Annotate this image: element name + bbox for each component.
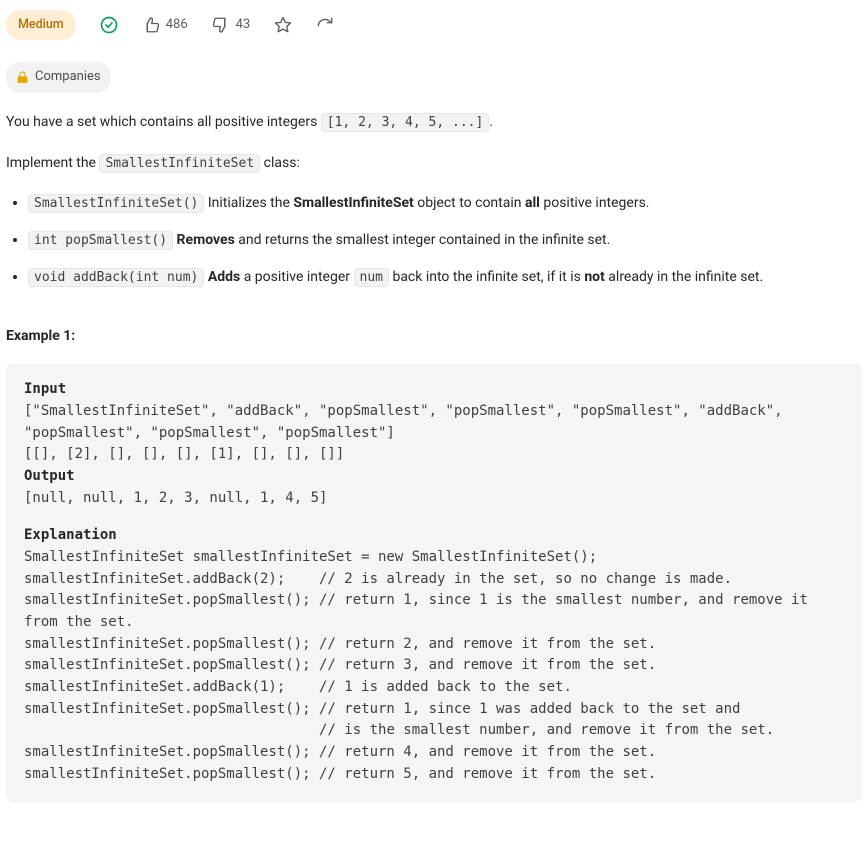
share-icon <box>316 16 334 34</box>
example-section-body: SmallestInfiniteSet smallestInfiniteSet … <box>24 547 844 786</box>
like-button[interactable]: 486 <box>142 15 188 36</box>
intro-paragraph: You have a set which contains all positi… <box>6 111 862 134</box>
lock-icon <box>16 71 29 84</box>
api-text: not <box>584 269 605 285</box>
like-count: 486 <box>166 15 188 36</box>
api-text: Initializes the <box>204 195 293 211</box>
impl-code: SmallestInfiniteSet <box>99 154 260 173</box>
api-text: back into the infinite set, if it is <box>389 269 584 285</box>
difficulty-pill: Medium <box>6 10 76 40</box>
api-signature: SmallestInfiniteSet() <box>28 194 204 213</box>
api-list: SmallestInfiniteSet() Initializes the Sm… <box>6 192 862 288</box>
intro-text-after: . <box>489 114 493 130</box>
example-block: Input["SmallestInfiniteSet", "addBack", … <box>6 363 862 801</box>
api-text: SmallestInfiniteSet <box>293 195 413 211</box>
api-text: and returns the smallest integer contain… <box>235 232 611 248</box>
api-text: all <box>525 195 540 211</box>
check-circle-icon <box>100 16 118 34</box>
api-signature: void addBack(int num) <box>28 268 204 287</box>
problem-description: You have a set which contains all positi… <box>6 111 862 802</box>
thumbs-up-icon <box>142 16 160 34</box>
problem-toolbar: Medium 486 43 <box>6 6 862 52</box>
thumbs-down-icon <box>212 16 230 34</box>
api-signature: int popSmallest() <box>28 231 173 250</box>
api-text: positive integers. <box>540 195 650 211</box>
api-text: Adds <box>208 269 240 285</box>
api-item: void addBack(int num) Adds a positive in… <box>28 266 862 289</box>
share-button[interactable] <box>316 16 334 34</box>
companies-label: Companies <box>35 67 101 88</box>
api-text: a positive integer <box>240 269 353 285</box>
impl-text: Implement the <box>6 155 99 171</box>
example-section-body: ["SmallestInfiniteSet", "addBack", "popS… <box>24 401 844 466</box>
example-section-head: Input <box>24 379 844 401</box>
solved-status[interactable] <box>100 16 118 34</box>
example-label: Example 1: <box>6 325 862 347</box>
api-item: SmallestInfiniteSet() Initializes the Sm… <box>28 192 862 215</box>
api-item: int popSmallest() Removes and returns th… <box>28 229 862 252</box>
example-section-head: Output <box>24 466 844 488</box>
api-text: Removes <box>177 232 235 248</box>
api-text: already in the infinite set. <box>605 269 763 285</box>
api-text: object to contain <box>414 195 525 211</box>
example-section-head: Explanation <box>24 525 844 547</box>
dislike-button[interactable]: 43 <box>212 15 251 36</box>
favorite-button[interactable] <box>274 16 292 34</box>
star-icon <box>274 16 292 34</box>
example-section-body: [null, null, 1, 2, 3, null, 1, 4, 5] <box>24 488 844 510</box>
companies-tag[interactable]: Companies <box>6 62 111 93</box>
dislike-count: 43 <box>236 15 251 36</box>
impl-text-after: class: <box>260 155 300 171</box>
implement-paragraph: Implement the SmallestInfiniteSet class: <box>6 152 862 175</box>
intro-text: You have a set which contains all positi… <box>6 114 321 130</box>
api-text: num <box>354 268 389 287</box>
intro-code: [1, 2, 3, 4, 5, ...] <box>321 113 490 132</box>
